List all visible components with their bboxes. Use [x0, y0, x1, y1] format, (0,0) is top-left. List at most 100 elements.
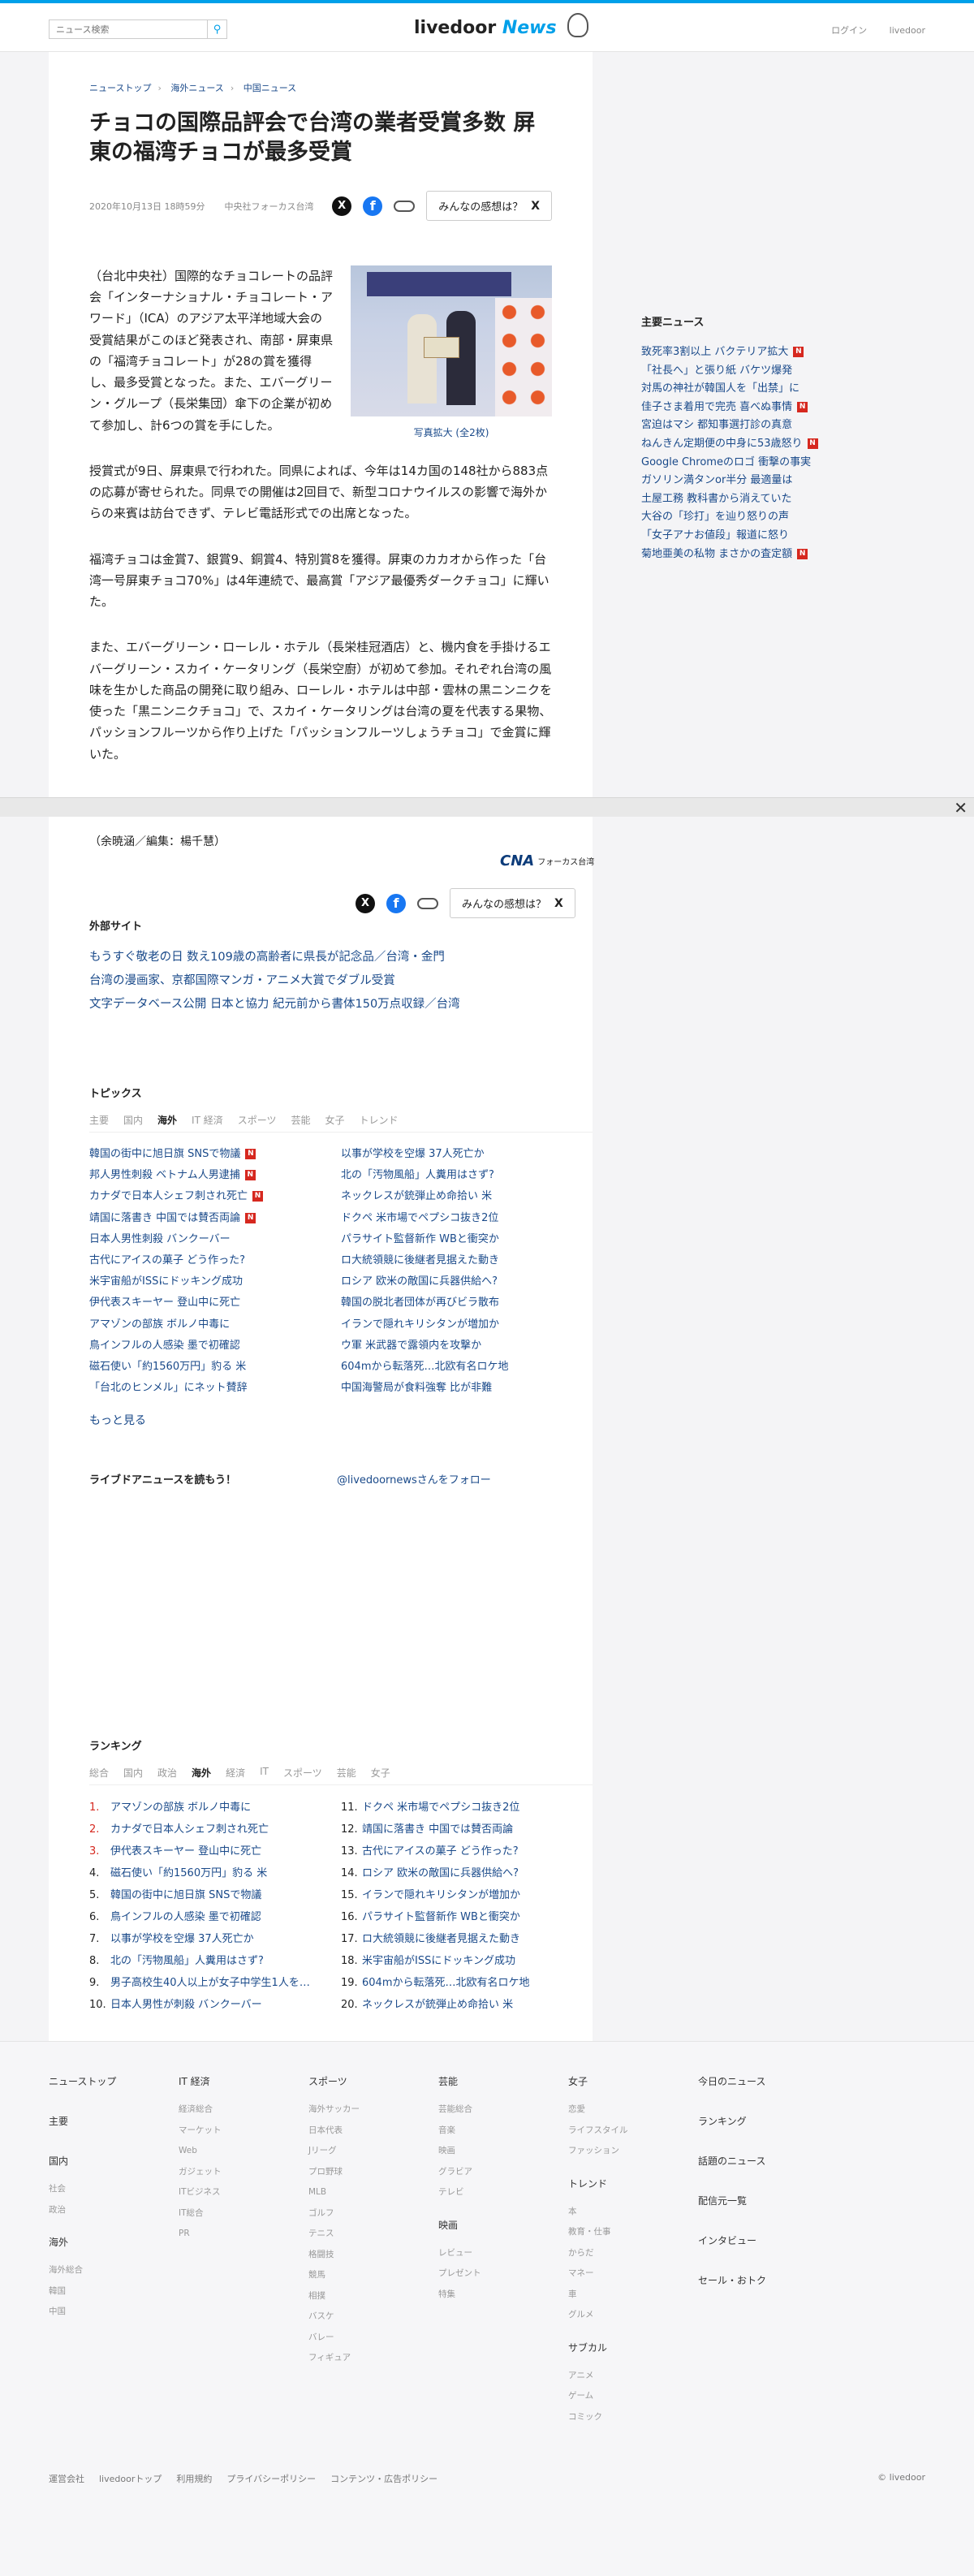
topic-item[interactable]: 604mから転落死…北欧有名ロケ地	[341, 1357, 593, 1378]
footer-sublink[interactable]: プロ野球	[308, 2162, 438, 2183]
footer-sublink[interactable]: 海外総合	[49, 2260, 179, 2281]
topic-item[interactable]: 伊代表スキーヤー 登山中に死亡	[89, 1292, 341, 1314]
more-link[interactable]: もっと見る	[89, 1412, 593, 1428]
footer-bottom-link[interactable]: プライバシーポリシー	[226, 2472, 316, 2485]
ranking-item[interactable]: 20. ネックレスが銃弾止め命拾い 米	[341, 1994, 593, 2016]
tab-item[interactable]: スポーツ	[238, 1113, 277, 1127]
ranking-item[interactable]: 9. 男子高校生40人以上が女子中学生1人を…	[89, 1972, 341, 1994]
livedoor-link[interactable]: livedoor	[890, 25, 925, 36]
topic-item[interactable]: 磁石使い「約1560万円」豹る 米	[89, 1357, 341, 1378]
footer-sublink[interactable]: レビュー	[438, 2243, 568, 2264]
footer-sublink[interactable]: 恋愛	[568, 2099, 698, 2121]
tab-item[interactable]: 主要	[89, 1113, 109, 1127]
topic-item[interactable]: 日本人男性刺殺 バンクーバー	[89, 1229, 341, 1250]
link-copy-icon[interactable]	[394, 200, 416, 212]
sidebar-news-item[interactable]: Google Chromeのロゴ 衝撃の事実	[641, 454, 836, 472]
footer-sublink[interactable]: 海外サッカー	[308, 2099, 438, 2121]
footer-sublink[interactable]: アニメ	[568, 2366, 698, 2387]
topic-item[interactable]: 古代にアイスの菓子 どう作った?	[89, 1250, 341, 1271]
ranking-item[interactable]: 14. ロシア 欧米の敵国に兵器供給へ?	[341, 1862, 593, 1884]
external-link[interactable]: 文字データベース公開 日本と協力 紀元前から書体150万点収録／台湾	[89, 993, 593, 1016]
footer-link[interactable]: 配信元一覧	[698, 2194, 828, 2207]
footer-link[interactable]: 海外	[49, 2235, 179, 2249]
topic-item[interactable]: 韓国の脱北者団体が再びビラ散布	[341, 1292, 593, 1314]
photo-caption[interactable]: 写真拡大 (全2枚)	[351, 425, 552, 442]
footer-link[interactable]: スポーツ	[308, 2074, 438, 2088]
tab-item[interactable]: 総合	[89, 1766, 109, 1780]
sidebar-news-item[interactable]: 致死率3割以上 バクテリア拡大 N	[641, 343, 836, 362]
tab-item[interactable]: トレンド	[360, 1113, 399, 1127]
footer-sublink[interactable]: 経済総合	[179, 2099, 308, 2121]
footer-sublink[interactable]: 音楽	[438, 2121, 568, 2142]
footer-sublink[interactable]: 教育・仕事	[568, 2222, 698, 2243]
topic-item[interactable]: 北の「汚物風船」人糞用はさず?	[341, 1165, 593, 1186]
footer-sublink[interactable]: ITビジネス	[179, 2182, 308, 2203]
footer-sublink[interactable]: 社会	[49, 2179, 179, 2200]
topic-item[interactable]: 韓国の街中に旭日旗 SNSで物議 N	[89, 1144, 341, 1165]
footer-bottom-link[interactable]: コンテンツ・広告ポリシー	[330, 2472, 437, 2485]
footer-sublink[interactable]: ゴルフ	[308, 2203, 438, 2224]
topic-item[interactable]: カナダで日本人シェフ刺され死亡 N	[89, 1186, 341, 1207]
ranking-item[interactable]: 13. 古代にアイスの菓子 どう作った?	[341, 1840, 593, 1862]
footer-link[interactable]: 女子	[568, 2074, 698, 2088]
sidebar-news-item[interactable]: 「社長へ」と張り紙 バケツ爆発	[641, 362, 836, 381]
footer-bottom-link[interactable]: 利用規約	[176, 2472, 212, 2485]
ranking-item[interactable]: 15. イランで隠れキリシタンが増加か	[341, 1884, 593, 1906]
footer-sublink[interactable]: 相撲	[308, 2286, 438, 2307]
footer-link[interactable]: インタビュー	[698, 2233, 828, 2247]
tab-item[interactable]: 女子	[371, 1766, 390, 1780]
topic-item[interactable]: ウ軍 米武器で露領内を攻撃か	[341, 1335, 593, 1357]
footer-sublink[interactable]: バスケ	[308, 2306, 438, 2328]
tab-item[interactable]: スポーツ	[283, 1766, 322, 1780]
article-source[interactable]: 中央社フォーカス台湾	[224, 200, 313, 213]
kansou-button[interactable]: みんなの感想は？ X	[450, 888, 575, 918]
ranking-item[interactable]: 3. 伊代表スキーヤー 登山中に死亡	[89, 1840, 341, 1862]
x-share-icon[interactable]: X	[332, 196, 352, 216]
award-photo-image[interactable]	[351, 265, 552, 416]
footer-sublink[interactable]: フィギュア	[308, 2348, 438, 2369]
sidebar-news-item[interactable]: 「女子アナお値段」報道に怒り	[641, 527, 836, 546]
x-share-icon[interactable]: X	[356, 893, 375, 913]
sidebar-news-item[interactable]: 佳子さま着用で完売 喜べぬ事情 N	[641, 399, 836, 417]
facebook-share-icon[interactable]: f	[363, 196, 383, 216]
footer-sublink[interactable]: グラビア	[438, 2162, 568, 2183]
article-photo[interactable]: 写真拡大 (全2枚)	[351, 265, 552, 442]
footer-bottom-link[interactable]: 運営会社	[49, 2472, 84, 2485]
footer-link[interactable]: 主要	[49, 2114, 179, 2128]
footer-sublink[interactable]: グルメ	[568, 2305, 698, 2326]
sidebar-news-item[interactable]: ねんきん定期便の中身に53歳怒り N	[641, 435, 836, 454]
footer-sublink[interactable]: 韓国	[49, 2281, 179, 2302]
topic-item[interactable]: ネックレスが銃弾止め命拾い 米	[341, 1186, 593, 1207]
tab-item[interactable]: IT 経済	[192, 1113, 223, 1127]
sidebar-news-item[interactable]: 対馬の神社が韓国人を「出禁」に	[641, 380, 836, 399]
footer-sublink[interactable]: MLB	[308, 2182, 438, 2203]
topic-item[interactable]: 米宇宙船がISSにドッキング成功	[89, 1271, 341, 1292]
footer-sublink[interactable]: 政治	[49, 2200, 179, 2221]
ranking-item[interactable]: 19. 604mから転落死…北欧有名ロケ地	[341, 1972, 593, 1994]
topic-item[interactable]: ロ大統領競に後継者見据えた動き	[341, 1250, 593, 1271]
footer-sublink[interactable]: Jリーグ	[308, 2141, 438, 2162]
tab-item[interactable]: 女子	[325, 1113, 345, 1127]
ranking-item[interactable]: 5. 韓国の街中に旭日旗 SNSで物議	[89, 1884, 341, 1906]
topic-item[interactable]: 邦人男性刺殺 ベトナム人男逮捕 N	[89, 1165, 341, 1186]
footer-sublink[interactable]: 日本代表	[308, 2121, 438, 2142]
ranking-item[interactable]: 18. 米宇宙船がISSにドッキング成功	[341, 1950, 593, 1972]
footer-link[interactable]: 映画	[438, 2218, 568, 2232]
footer-sublink[interactable]: テレビ	[438, 2182, 568, 2203]
topic-item[interactable]: パラサイト監督新作 WBと衝突か	[341, 1229, 593, 1250]
search-input[interactable]	[49, 19, 208, 39]
footer-sublink[interactable]: 競馬	[308, 2265, 438, 2286]
sidebar-news-item[interactable]: 宮迫はマシ 都知事選打診の真意	[641, 416, 836, 435]
tab-item[interactable]: 海外	[192, 1766, 211, 1780]
tab-item[interactable]: 経済	[226, 1766, 245, 1780]
ranking-item[interactable]: 1. アマゾンの部族 ボルノ中毒に	[89, 1797, 341, 1819]
footer-sublink[interactable]: コミック	[568, 2407, 698, 2428]
footer-link[interactable]: セール・おトク	[698, 2273, 828, 2287]
ranking-item[interactable]: 10. 日本人男性が刺殺 バンクーバー	[89, 1994, 341, 2016]
external-link[interactable]: 台湾の漫画家、京都国際マンガ・アニメ大賞でダブル受賞	[89, 969, 593, 993]
footer-sublink[interactable]: ゲーム	[568, 2386, 698, 2407]
footer-sublink[interactable]: プレゼント	[438, 2263, 568, 2285]
footer-sublink[interactable]: 本	[568, 2202, 698, 2223]
footer-bottom-link[interactable]: livedoorトップ	[99, 2472, 162, 2485]
footer-sublink[interactable]: PR	[179, 2224, 308, 2245]
